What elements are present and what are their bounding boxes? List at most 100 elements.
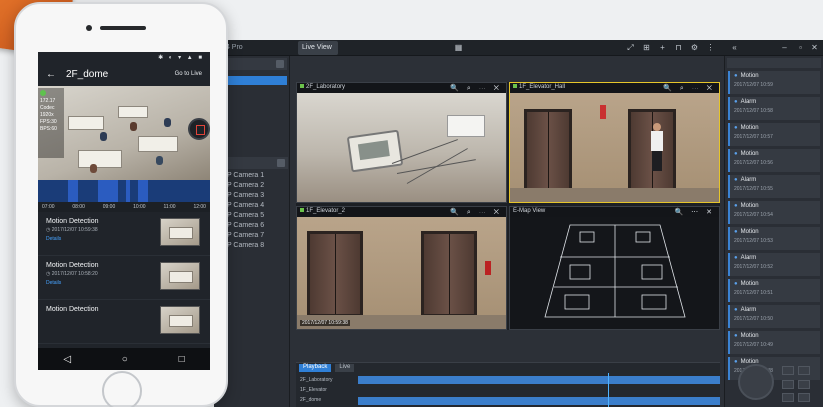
cell-label: 2F_Laboratory (306, 84, 346, 90)
back-nav-icon[interactable]: ◁ (63, 354, 71, 365)
hour-label: 10:00 (133, 204, 146, 210)
event-type: Motion (734, 229, 816, 235)
front-camera (86, 25, 92, 31)
wall-sign (485, 261, 491, 275)
cell-label: 1F_Elevator_2 (306, 208, 346, 214)
overlay-line: FPS:30 (40, 119, 57, 125)
event-time: 2017/12/07 10:58 (734, 108, 773, 114)
tab-live-view[interactable]: Live View (298, 41, 338, 55)
event-type: Alarm (734, 177, 816, 183)
wall-sign (600, 105, 606, 119)
event-list-item[interactable]: Alarm 2017/12/07 10:50 (728, 305, 820, 328)
event-time: 2017/12/07 10:52 (734, 264, 773, 270)
mobile-camera-view[interactable]: 172.17 Codec 1920x FPS:30 BPS:60 (38, 86, 210, 180)
event-list-item[interactable]: Motion 2017/12/07 10:59 (728, 71, 820, 94)
timestamp-overlay: 2017/12/07 10:59:38 (300, 320, 350, 326)
ptz-joystick[interactable] (738, 364, 774, 400)
camera-feed-image (510, 93, 719, 202)
overlay-line: BPS:60 (40, 126, 57, 132)
camera-cell-elevator-2[interactable]: 1F_Elevator_2 🔍 ⌕ ⋯ ✕ 2017/12/07 10:59:3… (296, 206, 507, 330)
fullscreen-icon[interactable]: ⤢ (626, 43, 635, 52)
focus-near-button[interactable] (782, 380, 794, 389)
overlay-line: 1920x (40, 112, 54, 118)
iris-open-button[interactable] (782, 393, 794, 402)
elevator-door (307, 231, 363, 317)
overlay-line: 172.17 (40, 98, 56, 104)
elevator-door (421, 231, 477, 317)
event-item[interactable]: Motion Detection 2017/12/07 10:58:20 Det… (38, 256, 210, 300)
mobile-app-screen: ✱ ◐ ▾ ▲ ■ ← 2F_dome Go to Live 172.17 Co… (38, 52, 210, 370)
status-bar: ✱ ◐ ▾ ▲ ■ (158, 55, 204, 61)
settings-icon[interactable]: ⚙ (690, 43, 699, 52)
camera-cell-elevator-hall[interactable]: 1F_Elevator_Hall 🔍 ⌕ ⋯ ✕ (509, 82, 720, 203)
event-list-item[interactable]: Motion 2017/12/07 10:53 (728, 227, 820, 250)
back-arrow-icon[interactable]: ← (46, 69, 58, 80)
collapse-icon[interactable]: « (730, 43, 739, 52)
timeline-row-label: 2F_Laboratory (300, 377, 333, 383)
event-thumbnail[interactable] (160, 306, 200, 334)
event-list-item[interactable]: Motion 2017/12/07 10:49 (728, 331, 820, 354)
event-time: 2017/12/07 10:50 (734, 316, 773, 322)
home-nav-icon[interactable]: ○ (122, 354, 128, 365)
stream-info-overlay: 172.17 Codec 1920x FPS:30 BPS:60 (38, 88, 64, 158)
android-nav-bar: ◁ ○ □ (38, 348, 210, 370)
event-time: 2017/12/07 10:56 (734, 160, 773, 166)
hour-label: 09:00 (102, 204, 116, 210)
close-icon[interactable]: ✕ (810, 43, 819, 52)
camera-cell-emap[interactable]: E-Map View 🔍 ⋯ ✕ (509, 206, 720, 330)
hour-label: 12:00 (193, 204, 206, 210)
camera-cell-laboratory[interactable]: 2F_Laboratory 🔍 ⌕ ⋯ ✕ (296, 82, 507, 203)
event-time: 2017/12/07 10:54 (734, 212, 773, 218)
cell-controls[interactable]: 🔍 ⌕ ⋯ ✕ (663, 84, 715, 93)
more-icon[interactable]: ⋮ (706, 43, 715, 52)
event-type: Motion (734, 203, 816, 209)
timeline-cursor[interactable] (608, 373, 609, 407)
event-list-item[interactable]: Alarm 2017/12/07 10:58 (728, 97, 820, 120)
go-to-live-button[interactable]: Go to Live (175, 71, 202, 77)
event-item[interactable]: Motion Detection (38, 300, 210, 344)
event-list-item[interactable]: Motion 2017/12/07 10:51 (728, 279, 820, 302)
minimize-icon[interactable]: – (780, 43, 789, 52)
mobile-timeline-strip[interactable] (38, 180, 210, 202)
zoom-out-button[interactable] (798, 366, 810, 375)
event-type: Motion (734, 151, 816, 157)
panel-menu-icon[interactable] (277, 159, 285, 167)
iris-close-button[interactable] (798, 393, 810, 402)
grid-icon[interactable]: ▦ (454, 43, 463, 52)
event-time: 2017/12/07 10:55 (734, 186, 773, 192)
record-button[interactable] (188, 118, 210, 140)
mobile-header: ← 2F_dome Go to Live (38, 62, 210, 86)
event-thumbnail[interactable] (160, 262, 200, 290)
bookmark-icon[interactable]: ⊓ (674, 43, 683, 52)
camera-feed-image (297, 217, 506, 329)
cell-controls[interactable]: 🔍 ⌕ ⋯ ✕ (450, 208, 502, 217)
cell-controls[interactable]: 🔍 ⋯ ✕ (675, 208, 715, 216)
layout-icon[interactable]: ⊞ (642, 43, 651, 52)
live-status-dot (40, 90, 46, 96)
camera-grid: 2F_Laboratory 🔍 ⌕ ⋯ ✕ 1F_Elevator_Hall 🔍… (296, 82, 720, 330)
recents-nav-icon[interactable]: □ (179, 354, 185, 365)
title-bar: /4 Pro Live View ▦ ⤢ ⊞ + ⊓ ⚙ ⋮ « – ▫ ✕ (214, 40, 823, 56)
event-item[interactable]: Motion Detection 2017/12/07 10:59:38 Det… (38, 212, 210, 256)
recording-track[interactable] (358, 397, 720, 405)
timer-device (346, 129, 404, 173)
maximize-icon[interactable]: ▫ (796, 43, 805, 52)
panel-menu-icon[interactable] (276, 60, 284, 68)
cell-controls[interactable]: 🔍 ⌕ ⋯ ✕ (450, 84, 502, 93)
focus-far-button[interactable] (798, 380, 810, 389)
zoom-in-button[interactable] (782, 366, 794, 375)
add-icon[interactable]: + (658, 43, 667, 52)
playback-timeline[interactable]: Playback Live 2F_Laboratory 1F_Elevator … (296, 362, 720, 407)
tab-playback[interactable]: Playback (299, 364, 332, 372)
vms-desktop-window: /4 Pro Live View ▦ ⤢ ⊞ + ⊓ ⚙ ⋮ « – ▫ ✕ I… (214, 40, 823, 407)
event-list-item[interactable]: Motion 2017/12/07 10:57 (728, 123, 820, 146)
event-list-item[interactable]: Motion 2017/12/07 10:56 (728, 149, 820, 172)
event-time: 2017/12/07 10:53 (734, 238, 773, 244)
recording-track[interactable] (358, 376, 720, 384)
event-thumbnail[interactable] (160, 218, 200, 246)
tab-live[interactable]: Live (335, 364, 355, 372)
event-list-item[interactable]: Motion 2017/12/07 10:54 (728, 201, 820, 224)
home-button[interactable] (102, 371, 142, 407)
event-list-item[interactable]: Alarm 2017/12/07 10:52 (728, 253, 820, 276)
event-list-item[interactable]: Alarm 2017/12/07 10:55 (728, 175, 820, 198)
